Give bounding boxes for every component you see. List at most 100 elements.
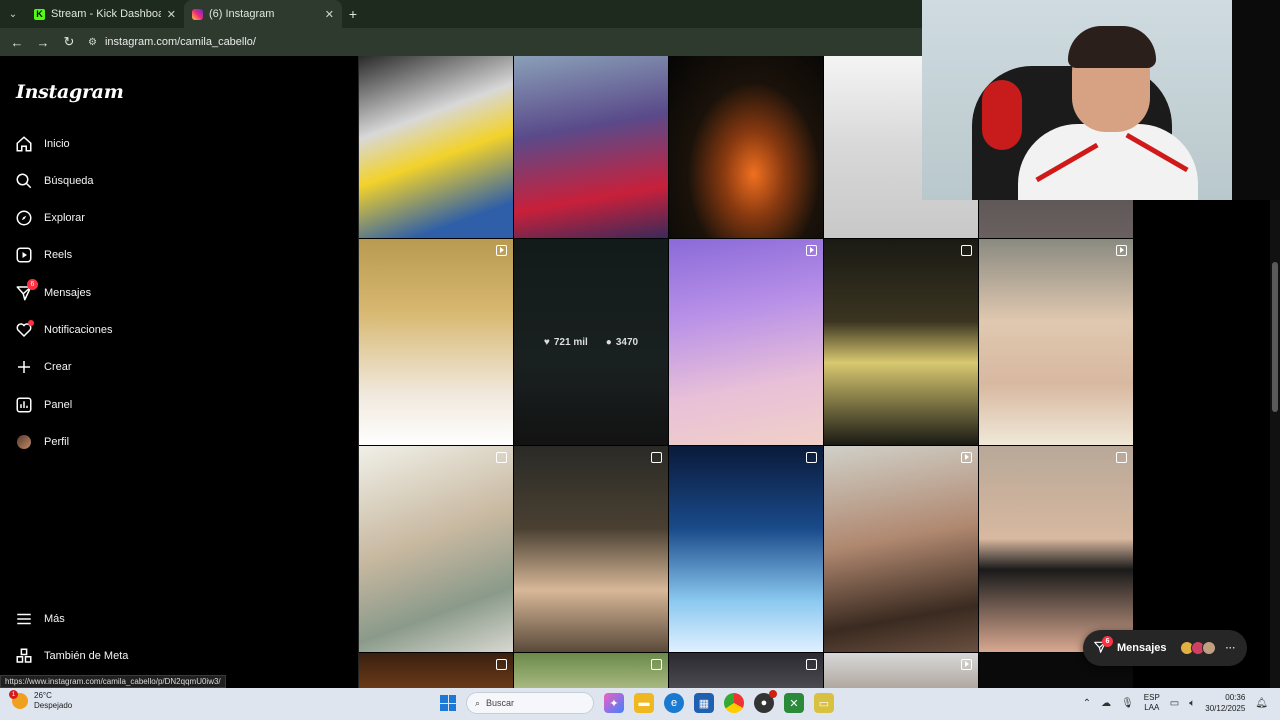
tab-title: (6) Instagram <box>209 8 275 20</box>
sidebar-item-tambien-de-meta[interactable]: También de Meta <box>14 642 128 670</box>
sidebar-item-reels[interactable]: Reels <box>14 241 72 269</box>
edge-icon[interactable]: e <box>664 693 684 713</box>
sidebar-item-notificaciones[interactable]: Notificaciones <box>14 316 112 344</box>
carousel-indicator-icon <box>806 452 817 463</box>
carousel-indicator-icon <box>651 659 662 670</box>
sidebar-item-panel[interactable]: Panel <box>14 391 72 419</box>
avatar <box>1201 641 1216 655</box>
back-button[interactable]: ← <box>6 31 28 53</box>
weather-alert-badge: 1 <box>9 690 18 699</box>
sidebar-item-label: Reels <box>44 249 73 261</box>
tab-kick[interactable]: K Stream - Kick Dashboard ✕ <box>26 0 184 28</box>
page-scrollbar[interactable] <box>1270 200 1280 688</box>
post-thumbnail[interactable] <box>669 446 823 652</box>
microphone-icon[interactable]: 🎙︎ <box>1121 698 1134 709</box>
messages-floating-button[interactable]: 6 Mensajes ··· <box>1083 630 1247 666</box>
sidebar-item-mas[interactable]: Más <box>14 605 65 633</box>
instagram-logo[interactable]: Instagram <box>16 81 124 103</box>
chevron-up-icon[interactable]: ⌃ <box>1083 698 1091 709</box>
language-indicator[interactable]: ESP LAA <box>1144 693 1160 713</box>
notification-badge: 6 <box>1102 636 1113 647</box>
sidebar-item-explorar[interactable]: Explorar <box>14 204 85 232</box>
post-thumbnail[interactable] <box>979 446 1133 652</box>
reel-indicator-icon <box>1116 245 1127 256</box>
volume-icon[interactable]: 🔈︎ <box>1189 698 1195 709</box>
url-field[interactable]: ⚙ instagram.com/camila_cabello/ <box>88 31 256 53</box>
sidebar-item-busqueda[interactable]: Búsqueda <box>14 167 94 195</box>
scrollbar-thumb[interactable] <box>1272 262 1278 412</box>
carousel-indicator-icon <box>961 245 972 256</box>
sidebar-item-label: Crear <box>44 361 72 373</box>
post-thumbnail[interactable] <box>514 56 668 238</box>
webcam-overlay <box>922 0 1232 200</box>
reels-icon <box>14 245 34 265</box>
app-icon[interactable]: ▭ <box>814 693 834 713</box>
reel-indicator-icon <box>806 245 817 256</box>
taskbar-search[interactable]: ⌕ Buscar <box>466 692 594 714</box>
network-icon[interactable]: ▭ <box>1170 698 1179 709</box>
sidebar-item-label: También de Meta <box>44 650 129 662</box>
likes-count: ♥ 721 mil <box>543 336 588 348</box>
tab-search-button[interactable]: ⌄ <box>0 0 26 28</box>
reel-indicator-icon <box>961 452 972 463</box>
post-thumbnail[interactable] <box>669 56 823 238</box>
post-thumbnail[interactable] <box>824 239 978 445</box>
language-code: ESP <box>1143 693 1160 702</box>
post-thumbnail[interactable] <box>824 446 978 652</box>
post-thumbnail[interactable] <box>979 239 1133 445</box>
xbox-icon[interactable]: ✕ <box>784 693 804 713</box>
sidebar-item-label: Panel <box>44 399 73 411</box>
clock[interactable]: 00:36 30/12/2025 <box>1205 692 1245 714</box>
reel-indicator-icon <box>496 245 507 256</box>
post-thumbnail[interactable] <box>359 653 513 688</box>
tab-title: Stream - Kick Dashboard <box>51 8 161 20</box>
heart-icon <box>14 320 34 340</box>
post-thumbnail[interactable] <box>514 653 668 688</box>
close-tab-icon[interactable]: ✕ <box>325 8 334 21</box>
post-thumbnail[interactable] <box>824 653 978 688</box>
notification-bell-icon[interactable]: 🔔︎ <box>1255 698 1268 709</box>
tab-instagram[interactable]: (6) Instagram ✕ <box>184 0 342 28</box>
post-thumbnail[interactable] <box>514 446 668 652</box>
search-icon <box>14 171 34 191</box>
post-thumbnail[interactable] <box>669 653 823 688</box>
close-tab-icon[interactable]: ✕ <box>167 8 176 21</box>
post-thumbnail-hovered[interactable]: ♥ 721 mil ● 3470 <box>514 239 668 445</box>
notification-badge: 6 <box>27 279 38 290</box>
carousel-indicator-icon <box>806 659 817 670</box>
windows-start-icon[interactable] <box>440 695 456 711</box>
reload-button[interactable]: ↻ <box>58 31 80 53</box>
copilot-icon[interactable]: ✦ <box>604 693 624 713</box>
sidebar-item-perfil[interactable]: Perfil <box>14 428 69 456</box>
messenger-icon: 6 <box>14 279 38 303</box>
carousel-indicator-icon <box>496 659 507 670</box>
cloud-icon[interactable]: ☁ <box>1101 698 1111 709</box>
meta-icon <box>14 646 34 666</box>
post-thumbnail[interactable] <box>359 239 513 445</box>
sidebar-item-label: Perfil <box>44 436 70 448</box>
post-thumbnail[interactable] <box>359 56 513 238</box>
kick-favicon-icon: K <box>34 8 45 20</box>
heart-filled-icon: ♥ <box>543 336 550 348</box>
file-explorer-icon[interactable]: ▬ <box>634 693 654 713</box>
forward-button[interactable]: → <box>32 31 54 53</box>
instagram-favicon-icon <box>192 8 203 20</box>
comment-icon: ● <box>605 336 612 348</box>
obs-icon[interactable]: ● <box>754 690 777 713</box>
post-thumbnail[interactable] <box>359 446 513 652</box>
sidebar-item-crear[interactable]: Crear <box>14 353 72 381</box>
status-bar-url: https://www.instagram.com/camila_cabello… <box>0 675 226 688</box>
chrome-icon[interactable] <box>724 693 744 713</box>
new-tab-button[interactable]: + <box>342 6 364 22</box>
store-icon[interactable]: ▦ <box>694 693 714 713</box>
sidebar-item-label: Más <box>44 613 65 625</box>
messages-label: Mensajes <box>1117 642 1167 654</box>
url-text: instagram.com/camila_cabello/ <box>104 36 256 48</box>
sidebar-item-mensajes[interactable]: 6 Mensajes <box>14 279 91 307</box>
site-info-icon[interactable]: ⚙ <box>88 37 97 48</box>
post-thumbnail[interactable] <box>669 239 823 445</box>
sidebar-item-label: Mensajes <box>44 287 92 299</box>
carousel-indicator-icon <box>651 452 662 463</box>
sidebar-item-inicio[interactable]: Inicio <box>14 130 70 158</box>
weather-widget[interactable]: 1 26°C Despejado <box>9 690 72 711</box>
